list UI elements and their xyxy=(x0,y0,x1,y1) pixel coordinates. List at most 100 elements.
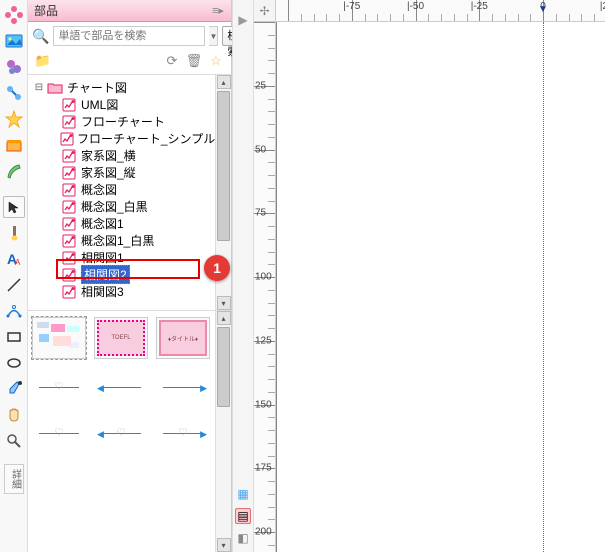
view-mode-icon-1[interactable]: ▦ xyxy=(235,486,251,502)
tree-item-label: UML図 xyxy=(81,96,118,113)
star-tool-icon[interactable] xyxy=(3,108,25,130)
vruler-label: 200 xyxy=(255,527,272,538)
search-dropdown-icon[interactable]: ▼ xyxy=(209,26,218,46)
select-tool-icon[interactable] xyxy=(3,196,25,218)
search-icon: 🔍 xyxy=(32,28,49,45)
zoom-tool-icon[interactable] xyxy=(3,430,25,452)
scroll-thumb[interactable] xyxy=(217,91,230,241)
vruler-label: 25 xyxy=(255,80,266,91)
shapes-tool-icon[interactable] xyxy=(3,56,25,78)
preview-panel: TOEFL ♦タイトル♦ ♡ ◀ ▶ ♡ ♡◀ ♡▶ ▴ xyxy=(28,311,231,552)
tree-item[interactable]: フローチャート xyxy=(30,113,213,130)
box-tool-icon[interactable] xyxy=(3,134,25,156)
tree-panel: ⊟ チャート図 UML図フローチャートフローチャート_シンプル家系図_横家系図_… xyxy=(28,75,231,311)
action-toolbar: 📁 ⟳ 🗑 ☆ xyxy=(28,50,231,75)
chart-doc-icon xyxy=(60,285,78,299)
tree-item[interactable]: 概念図 xyxy=(30,181,213,198)
rect-tool-icon[interactable] xyxy=(3,326,25,348)
tree-item[interactable]: 家系図_横 xyxy=(30,147,213,164)
preview-scroll-down-icon[interactable]: ▾ xyxy=(217,538,231,552)
search-input[interactable] xyxy=(53,26,205,46)
view-mode-icon-3[interactable]: ◧ xyxy=(235,530,251,546)
preview-connector-3[interactable]: ▶ xyxy=(156,377,210,397)
connector-tool-icon[interactable] xyxy=(3,82,25,104)
preview-thumb-3[interactable]: ♦タイトル♦ xyxy=(156,317,210,359)
delete-icon[interactable]: 🗑 xyxy=(185,52,203,70)
expand-panel-icon[interactable]: ▶ xyxy=(235,12,251,28)
tree[interactable]: ⊟ チャート図 UML図フローチャートフローチャート_シンプル家系図_横家系図_… xyxy=(28,75,215,310)
tree-item[interactable]: 概念図_白黒 xyxy=(30,198,213,215)
preview-scrollbar[interactable]: ▴ ▾ xyxy=(215,311,231,552)
chart-doc-icon xyxy=(60,115,78,129)
tree-scrollbar[interactable]: ▴ ▾ xyxy=(215,75,231,310)
preview-thumb-1[interactable] xyxy=(32,317,86,359)
favorite-icon[interactable]: ☆ xyxy=(207,52,225,70)
parts-panel: 部品 ≡▸ 🔍 ▼ 検索 📁 ⟳ 🗑 ☆ ⊟ チャート図 UM xyxy=(28,0,232,552)
tree-item-label: フローチャート_シンプル xyxy=(77,130,215,147)
ruler-origin-icon[interactable]: ✢ xyxy=(254,0,276,22)
panel-menu-icon[interactable]: ≡▸ xyxy=(211,4,225,18)
tree-item[interactable]: 相関図2 xyxy=(30,266,213,283)
tree-item[interactable]: 概念図1_白黒 xyxy=(30,232,213,249)
tree-item[interactable]: 相関図1 xyxy=(30,249,213,266)
collapse-icon[interactable]: ⊟ xyxy=(32,82,46,93)
tree-item[interactable]: 概念図1 xyxy=(30,215,213,232)
preview-scroll-thumb[interactable] xyxy=(217,327,230,407)
tree-item[interactable]: 相関図3 xyxy=(30,283,213,300)
chart-doc-icon xyxy=(60,183,78,197)
hruler-label: |25 xyxy=(600,1,605,12)
flower-icon[interactable] xyxy=(3,4,25,26)
scroll-down-icon[interactable]: ▾ xyxy=(217,296,231,310)
svg-text:A: A xyxy=(15,258,21,267)
vruler-label: 75 xyxy=(255,208,266,219)
preview-connector-4[interactable]: ♡ xyxy=(32,423,86,443)
preview-scroll-up-icon[interactable]: ▴ xyxy=(217,311,231,325)
ellipse-tool-icon[interactable] xyxy=(3,352,25,374)
text-tool-icon[interactable]: AA xyxy=(3,248,25,270)
hand-tool-icon[interactable] xyxy=(3,404,25,426)
vruler-label: 125 xyxy=(255,335,272,346)
tree-item-label: 概念図1_白黒 xyxy=(81,232,154,249)
vertical-ruler[interactable]: 255075100125150175200 xyxy=(254,22,276,552)
vertical-guide[interactable] xyxy=(543,22,544,552)
refresh-icon[interactable]: ⟳ xyxy=(163,52,181,70)
new-folder-icon[interactable]: 📁 xyxy=(34,52,52,70)
vruler-label: 150 xyxy=(255,399,272,410)
scroll-up-icon[interactable]: ▴ xyxy=(217,75,231,89)
hruler-label: |-75 xyxy=(343,1,360,12)
line-tool-icon[interactable] xyxy=(3,274,25,296)
tree-item-label: 相関図1 xyxy=(81,249,124,266)
preview-scroll-track[interactable] xyxy=(216,325,231,538)
tree-item-label: 相関図3 xyxy=(81,283,124,300)
tree-item[interactable]: フローチャート_シンプル xyxy=(30,130,213,147)
vruler-label: 50 xyxy=(255,144,266,155)
chart-doc-icon xyxy=(60,132,74,146)
preview-connector-2[interactable]: ◀ xyxy=(94,377,148,397)
hruler-label: |-50 xyxy=(407,1,424,12)
pen-tool-icon[interactable] xyxy=(3,160,25,182)
chart-doc-icon xyxy=(60,217,78,231)
eyedropper-tool-icon[interactable] xyxy=(3,378,25,400)
tree-root-label: チャート図 xyxy=(67,79,127,96)
tree-item[interactable]: UML図 xyxy=(30,96,213,113)
hruler-label: |-25 xyxy=(471,1,488,12)
canvas[interactable]: ▼ xyxy=(276,22,605,552)
panel-header: 部品 ≡▸ xyxy=(28,0,231,22)
tree-item-label: フローチャート xyxy=(81,113,165,130)
preview-thumb-2[interactable]: TOEFL xyxy=(94,317,148,359)
tree-item[interactable]: 家系図_縦 xyxy=(30,164,213,181)
view-mode-icon-2[interactable]: ▤ xyxy=(235,508,251,524)
details-button[interactable]: 詳細 xyxy=(4,464,24,494)
image-tool-icon[interactable] xyxy=(3,30,25,52)
preview-connector-5[interactable]: ♡◀ xyxy=(94,423,148,443)
paint-tool-icon[interactable] xyxy=(3,222,25,244)
tree-root[interactable]: ⊟ チャート図 xyxy=(30,79,213,96)
preview-connector-6[interactable]: ♡▶ xyxy=(156,423,210,443)
tree-item-label: 概念図 xyxy=(81,181,117,198)
vruler-label: 100 xyxy=(255,272,272,283)
horizontal-ruler[interactable]: |-75|-50|-250|25 xyxy=(276,0,605,22)
chart-doc-icon xyxy=(60,166,78,180)
bezier-tool-icon[interactable] xyxy=(3,300,25,322)
scroll-track[interactable] xyxy=(216,89,231,296)
preview-connector-1[interactable]: ♡ xyxy=(32,377,86,397)
